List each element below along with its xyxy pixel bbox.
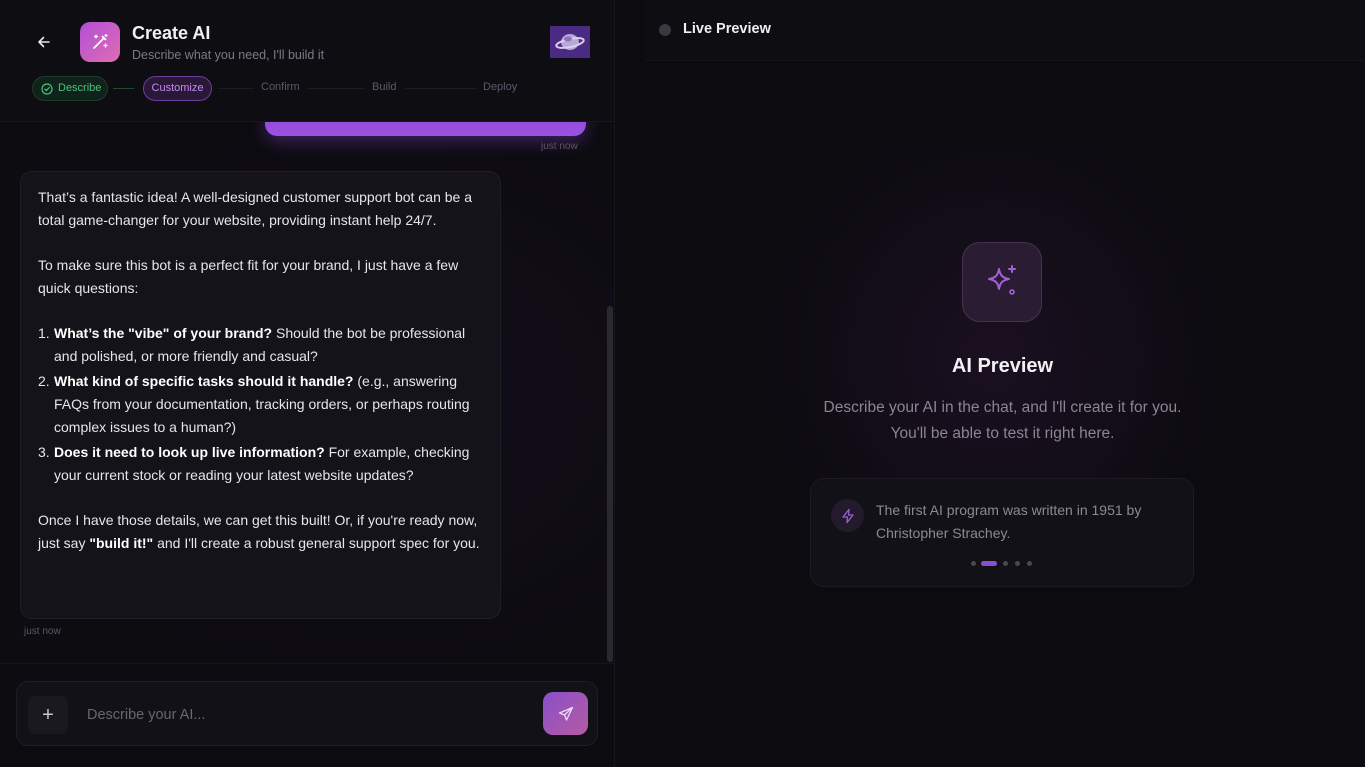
- carousel-dot-active[interactable]: [981, 561, 997, 566]
- plus-icon: +: [42, 703, 54, 726]
- sparkle-icon: [988, 265, 1016, 295]
- carousel-dot[interactable]: [1027, 561, 1032, 566]
- avatar[interactable]: [550, 26, 590, 58]
- preview-title: AI Preview: [951, 355, 1054, 377]
- step-label: Describe: [58, 82, 102, 94]
- preview-header: Live Preview: [645, 0, 1365, 61]
- back-button[interactable]: [32, 31, 56, 53]
- preview-sparkle-badge: [962, 242, 1042, 322]
- page-subtitle: Describe what you need, I'll build it: [132, 48, 325, 62]
- question-bold: Does it need to look up live information…: [54, 444, 325, 460]
- step-describe[interactable]: Describe: [32, 76, 108, 101]
- app-logo: [80, 22, 120, 62]
- user-message-timestamp: just now: [541, 141, 578, 152]
- question-bold: What’s the "vibe" of your brand?: [54, 325, 273, 341]
- fun-fact-card: The first AI program was written in 1951…: [810, 478, 1194, 587]
- back-arrow-icon: [38, 36, 50, 48]
- send-icon: [558, 706, 573, 721]
- list-number: 2.: [38, 373, 50, 389]
- outro-text-end: and I'll create a robust general support…: [153, 535, 480, 551]
- page-title: Create AI: [132, 23, 211, 43]
- fun-fact-text: The first AI program was written in 1951…: [876, 502, 1142, 541]
- chat-panel: just now That’s a fantastic idea! A well…: [0, 0, 615, 767]
- list-item: 2. What kind of specific tasks should it …: [38, 370, 484, 439]
- step-confirm: Confirm: [261, 81, 300, 93]
- list-item: 1. What’s the "vibe" of your brand? Shoul…: [38, 322, 484, 368]
- status-dot: [659, 24, 671, 36]
- send-button[interactable]: [543, 692, 588, 735]
- chat-scrollbar[interactable]: [607, 306, 613, 662]
- ai-message-lead: To make sure this bot is a perfect fit f…: [38, 257, 459, 296]
- carousel-dot[interactable]: [1003, 561, 1008, 566]
- step-deploy: Deploy: [483, 81, 518, 93]
- ai-message-timestamp: just now: [24, 626, 61, 637]
- ai-message-intro: That’s a fantastic idea! A well-designed…: [38, 189, 472, 228]
- list-number: 3.: [38, 444, 50, 460]
- step-customize[interactable]: Customize: [143, 76, 212, 101]
- message-input[interactable]: [87, 702, 527, 728]
- magic-wand-icon: [93, 33, 108, 49]
- fact-icon-badge: [831, 499, 864, 532]
- check-circle-icon: [41, 83, 53, 95]
- carousel-dot[interactable]: [971, 561, 976, 566]
- ai-message-outro: Once I have those details, we can get th…: [38, 509, 484, 555]
- planet-avatar-icon: [555, 34, 585, 50]
- app-root: just now That’s a fantastic idea! A well…: [0, 0, 1365, 767]
- step-build: Build: [372, 81, 397, 93]
- question-bold: What kind of specific tasks should it ha…: [54, 373, 354, 389]
- outro-bold: "build it!": [89, 535, 154, 551]
- ai-message-bubble: That’s a fantastic idea! A well-designed…: [20, 171, 501, 619]
- list-item: 3. Does it need to look up live informati…: [38, 441, 484, 487]
- step-connector: [307, 88, 365, 89]
- message-composer: +: [16, 681, 598, 746]
- lightning-icon: [841, 508, 854, 523]
- add-attachment-button[interactable]: +: [28, 696, 68, 734]
- preview-panel: Live Preview AI Preview Describe your AI…: [615, 0, 1365, 767]
- carousel-dot[interactable]: [1015, 561, 1020, 566]
- preview-header-title: Live Preview: [683, 21, 771, 37]
- preview-description: Describe your AI in the chat, and I'll c…: [823, 399, 1182, 442]
- chat-header: Create AI Describe what you need, I'll b…: [0, 0, 614, 122]
- step-connector: [113, 88, 134, 89]
- list-number: 1.: [38, 325, 50, 341]
- question-list: 1. What’s the "vibe" of your brand? Shoul…: [38, 322, 484, 487]
- step-connector: [218, 88, 254, 89]
- step-connector: [405, 88, 477, 89]
